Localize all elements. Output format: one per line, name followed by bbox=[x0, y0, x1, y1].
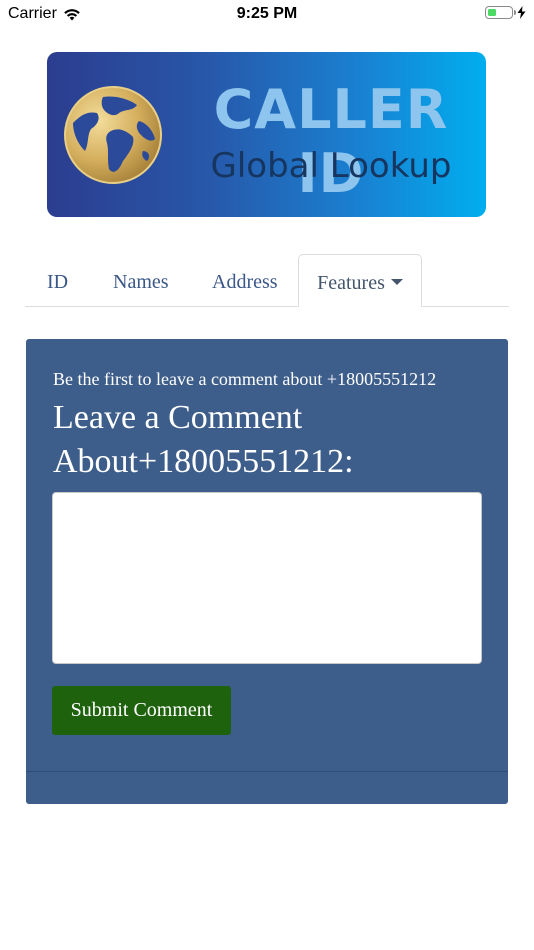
app-banner: CALLER ID Global Lookup bbox=[47, 52, 486, 217]
comment-heading: Leave a Comment About+18005551212: bbox=[53, 399, 354, 480]
tab-features[interactable]: Features bbox=[298, 254, 422, 307]
tab-bar: ID Names Address Features bbox=[25, 254, 509, 307]
tab-address[interactable]: Address bbox=[212, 254, 278, 306]
status-time: 9:25 PM bbox=[236, 5, 298, 22]
battery-group bbox=[485, 6, 526, 19]
bolt-icon bbox=[517, 6, 526, 19]
tab-features-label: Features bbox=[317, 272, 385, 294]
banner-title: CALLER ID bbox=[213, 78, 449, 205]
comment-prompt-text: Be the first to leave a comment about +1… bbox=[53, 369, 437, 389]
comment-card: Be the first to leave a comment about +1… bbox=[26, 339, 508, 804]
card-divider bbox=[26, 771, 508, 772]
status-bar: Carrier 9:25 PM bbox=[0, 0, 534, 28]
banner-subtitle: Global Lookup bbox=[210, 146, 452, 186]
tab-names[interactable]: Names bbox=[113, 254, 169, 306]
battery-icon bbox=[485, 6, 516, 19]
submit-comment-button[interactable]: Submit Comment bbox=[52, 686, 231, 735]
comment-textarea[interactable] bbox=[52, 492, 482, 664]
caret-down-icon bbox=[390, 279, 403, 286]
battery-fill bbox=[487, 8, 497, 16]
globe-icon bbox=[64, 86, 162, 184]
tab-id[interactable]: ID bbox=[47, 254, 68, 306]
